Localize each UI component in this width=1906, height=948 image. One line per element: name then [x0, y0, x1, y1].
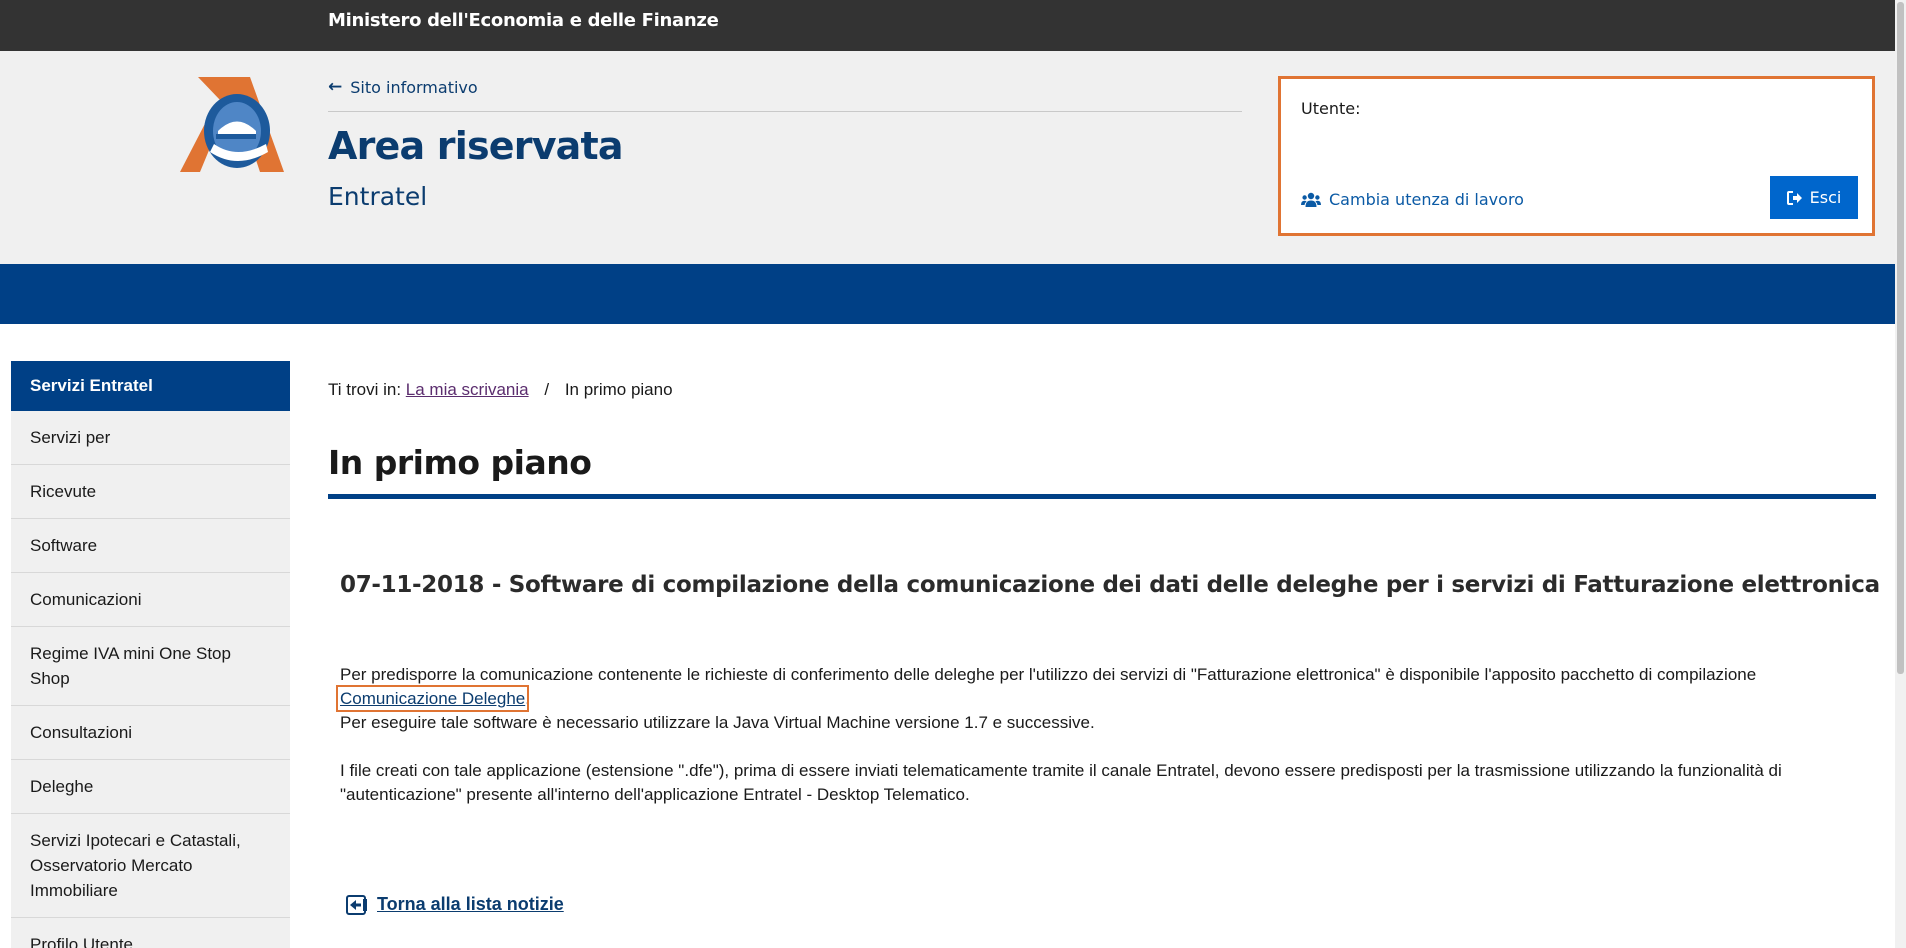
sidebar: Servizi Entratel Servizi per Ricevute So…: [11, 361, 290, 948]
sidebar-item-consultazioni[interactable]: Consultazioni: [11, 706, 290, 760]
sidebar-item-servizi-per[interactable]: Servizi per: [11, 411, 290, 465]
change-user-label: Cambia utenza di lavoro: [1329, 190, 1524, 209]
logout-button[interactable]: Esci: [1770, 176, 1858, 219]
news-paragraph-1-line2: Per eseguire tale software è necessario …: [340, 713, 1095, 732]
user-panel: Utente: Cambia utenza di lavoro Esci: [1278, 76, 1875, 236]
news-body: Per predisporre la comunicazione contene…: [335, 663, 1876, 831]
ministry-name: Ministero dell'Economia e delle Finanze: [328, 10, 719, 31]
header: ← Sito informativo Area riservata Entrat…: [0, 51, 1895, 264]
breadcrumb-link-scrivania[interactable]: La mia scrivania: [406, 380, 529, 399]
change-user-link[interactable]: Cambia utenza di lavoro: [1301, 190, 1524, 209]
user-label: Utente:: [1301, 99, 1361, 118]
sign-out-icon: [1786, 190, 1802, 205]
news-paragraph-2: I file creati con tale applicazione (est…: [340, 761, 1782, 804]
sidebar-item-software[interactable]: Software: [11, 519, 290, 573]
header-divider: [328, 111, 1242, 112]
news-paragraph-1: Per predisporre la comunicazione contene…: [335, 663, 1876, 735]
sidebar-item-servizi-ipotecari[interactable]: Servizi Ipotecari e Catastali, Osservato…: [11, 814, 290, 918]
back-to-news-list-label: Torna alla lista notizie: [377, 894, 564, 914]
ministry-topbar: Ministero dell'Economia e delle Finanze: [0, 0, 1895, 51]
sidebar-item-comunicazioni[interactable]: Comunicazioni: [11, 573, 290, 627]
page-heading: Area riservata: [328, 124, 624, 168]
news-paragraph-1-text: Per predisporre la comunicazione contene…: [340, 665, 1757, 684]
back-to-info-site-link[interactable]: ← Sito informativo: [328, 77, 478, 97]
users-icon: [1301, 192, 1321, 207]
sidebar-item-regime-iva[interactable]: Regime IVA mini One Stop Shop: [11, 627, 290, 706]
arrow-left-icon: ←: [328, 77, 343, 97]
logout-label: Esci: [1809, 188, 1842, 207]
sidebar-heading[interactable]: Servizi Entratel: [11, 361, 290, 411]
back-to-list-icon: [346, 894, 367, 915]
breadcrumb-current: In primo piano: [564, 380, 673, 399]
comunicazione-deleghe-link[interactable]: Comunicazione Deleghe: [335, 685, 530, 712]
back-to-news-list-link[interactable]: Torna alla lista notizie: [346, 894, 564, 915]
main-content: Ti trovi in: La mia scrivania / In primo…: [328, 380, 1880, 915]
sidebar-item-ricevute[interactable]: Ricevute: [11, 465, 290, 519]
scrollbar-thumb[interactable]: [1897, 2, 1904, 674]
breadcrumb: Ti trovi in: La mia scrivania / In primo…: [328, 380, 1876, 400]
news-title: 07-11-2018 - Software di compilazione de…: [340, 572, 1880, 598]
news-paragraph-1-end: .: [525, 689, 530, 708]
back-to-info-site-label: Sito informativo: [350, 77, 478, 97]
title-underline: [328, 494, 1876, 499]
breadcrumb-prefix: Ti trovi in:: [328, 380, 402, 399]
page-title: In primo piano: [328, 443, 592, 482]
breadcrumb-separator: /: [544, 380, 550, 399]
agenzia-entrate-logo[interactable]: [180, 74, 290, 174]
page-subheading: Entratel: [328, 182, 428, 211]
sidebar-item-deleghe[interactable]: Deleghe: [11, 760, 290, 814]
navigation-bar: [0, 264, 1895, 324]
page-scrollbar[interactable]: [1895, 0, 1906, 948]
sidebar-item-profilo-utente[interactable]: Profilo Utente: [11, 918, 290, 948]
